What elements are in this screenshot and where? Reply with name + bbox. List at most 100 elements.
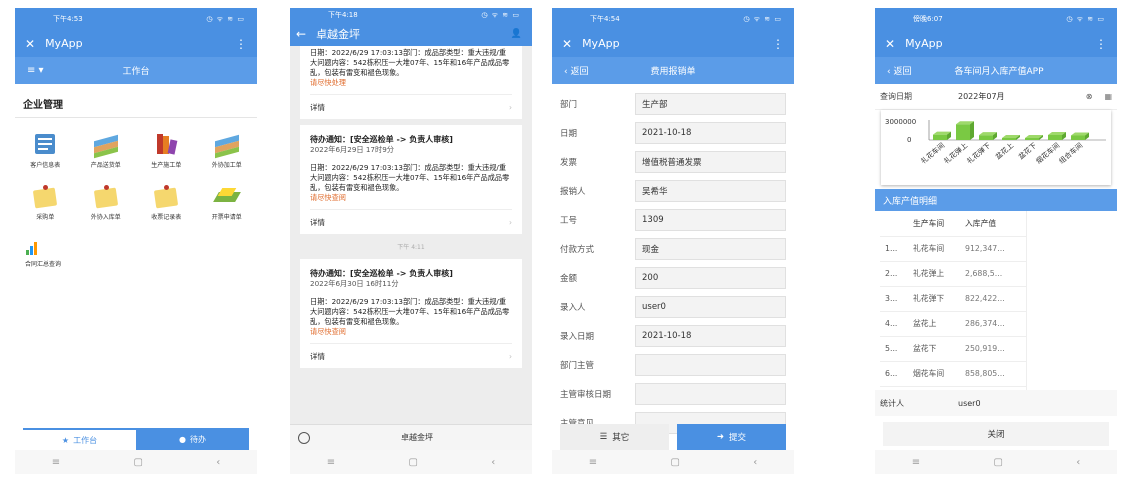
- field-input[interactable]: 200: [635, 267, 786, 289]
- tab-todo[interactable]: ● 待办: [136, 428, 249, 450]
- grid-item-invoice-record[interactable]: 收票记录表: [136, 176, 197, 228]
- grid-item-outsource-in[interactable]: 外协入库单: [76, 176, 137, 228]
- app-title: MyApp: [905, 37, 943, 50]
- grid-label: 外协入库单: [90, 213, 121, 221]
- field-label: 部门主管: [560, 361, 595, 371]
- field-label: 工号: [560, 216, 578, 226]
- field-label: 部门: [560, 100, 578, 110]
- back-button[interactable]: ‹ 返回: [887, 64, 911, 77]
- more-icon[interactable]: ⋮: [235, 37, 247, 51]
- table-row[interactable]: 2... 礼花弹上 2,688,5...: [880, 261, 1027, 287]
- app-bar: ✕ MyApp ⋮: [875, 30, 1117, 57]
- x-tick-label: 烟花车间: [1034, 141, 1061, 166]
- grid-item-delivery[interactable]: 产品送货单: [76, 124, 137, 176]
- menu-icon[interactable]: ≡: [52, 457, 60, 468]
- tab-workbench[interactable]: ★ 工作台: [23, 428, 136, 450]
- close-icon[interactable]: ✕: [25, 37, 35, 51]
- app-title: MyApp: [582, 37, 620, 50]
- keyboard-icon[interactable]: [298, 431, 310, 444]
- back-icon[interactable]: ‹: [491, 457, 495, 468]
- table-row[interactable]: 5... 盆花下 250,919...: [880, 336, 1027, 362]
- chevron-right-icon: ›: [509, 103, 512, 112]
- grid-item-production[interactable]: 生产施工单: [136, 124, 197, 176]
- table-cell: 礼花弹下: [908, 286, 960, 312]
- submit-button[interactable]: ➜ 提交: [677, 424, 786, 450]
- home-icon[interactable]: ▢: [670, 457, 679, 468]
- table-cell: 286,374...: [960, 311, 1027, 337]
- table-row[interactable]: 3... 礼花弹下 822,422...: [880, 286, 1027, 312]
- bar: [956, 124, 970, 140]
- grid-label: 客户信息表: [30, 161, 61, 169]
- field-input[interactable]: 2021-10-18: [635, 325, 786, 347]
- clear-icon[interactable]: ⊗: [1086, 92, 1093, 101]
- field-input[interactable]: 生产部: [635, 93, 786, 115]
- grid-item-invoice-apply[interactable]: 开票申请单: [197, 176, 258, 228]
- field-input[interactable]: [635, 383, 786, 405]
- table-cell: 烟花车间: [908, 361, 960, 387]
- other-button[interactable]: ☰ 其它: [560, 424, 669, 450]
- status-time: 下午4:18: [328, 11, 358, 19]
- field-input[interactable]: 1309: [635, 209, 786, 231]
- app-title: MyApp: [45, 37, 83, 50]
- message-text: 日期：2022/6/29 17:03:13部门：成品部类型：重大违规/重大问题内…: [310, 48, 510, 77]
- table-cell: 4...: [880, 311, 908, 337]
- status-icons: ◷ ᯤ ≋ ▭: [743, 14, 782, 23]
- form-row: 报销人 吴希华: [552, 178, 794, 204]
- form-row: 金额 200: [552, 265, 794, 291]
- field-input[interactable]: 2021-10-18: [635, 122, 786, 144]
- field-input[interactable]: 增值税普通发票: [635, 151, 786, 173]
- close-label: 关闭: [987, 430, 1005, 440]
- customer-form-icon: [32, 132, 58, 156]
- phone-workbench: 下午4:53 ◷ ᯤ ≋ ▭ ✕ MyApp ⋮ ≡ ▾ 工作台 企业管理 客户信息表…: [15, 8, 257, 474]
- menu-icon[interactable]: ≡: [589, 457, 597, 468]
- back-arrow-icon[interactable]: ←: [296, 27, 306, 41]
- section-title: 企业管理: [15, 84, 257, 118]
- more-icon[interactable]: ⋮: [772, 37, 784, 51]
- message-card: 待办通知：[安全巡检单 -> 负责人审核] 2022年6月29日 17时9分 日…: [300, 125, 522, 234]
- home-icon[interactable]: ▢: [133, 457, 142, 468]
- grid-item-contract[interactable]: 合同汇总查询: [15, 228, 76, 280]
- close-button[interactable]: 关闭: [883, 422, 1109, 446]
- field-input[interactable]: [635, 354, 786, 376]
- form-buttons: ☰ 其它 ➜ 提交: [552, 424, 794, 450]
- grid-item-purchase[interactable]: 采购单: [15, 176, 76, 228]
- message-card: 日期：2022/6/29 17:03:13部门：成品部类型：重大违规/重大问题内…: [300, 46, 522, 119]
- field-input[interactable]: 吴希华: [635, 180, 786, 202]
- bar: [1025, 138, 1039, 140]
- table-row[interactable]: 1... 礼花车间 912,347...: [880, 236, 1027, 262]
- back-icon[interactable]: ‹: [216, 457, 220, 468]
- grid-item-customer[interactable]: 客户信息表: [15, 124, 76, 176]
- menu-icon[interactable]: ≡: [912, 457, 920, 468]
- menu-dropdown-icon[interactable]: ≡ ▾: [27, 65, 44, 76]
- book-stack-icon: [153, 132, 179, 156]
- status-bar: 下午4:53 ◷ ᯤ ≋ ▭: [15, 8, 257, 30]
- app-title: 卓越金坪: [316, 28, 361, 41]
- close-icon[interactable]: ✕: [885, 37, 895, 51]
- user-icon[interactable]: 👤: [511, 29, 522, 39]
- close-icon[interactable]: ✕: [562, 37, 572, 51]
- table-row[interactable]: 4... 盆花上 286,374...: [880, 311, 1027, 337]
- back-icon[interactable]: ‹: [753, 457, 757, 468]
- menu-icon[interactable]: ≡: [327, 457, 335, 468]
- back-button[interactable]: ‹ 返回: [564, 64, 588, 77]
- query-date-input[interactable]: 2022年07月: [958, 91, 1086, 102]
- back-icon[interactable]: ‹: [1076, 457, 1080, 468]
- other-label: 其它: [612, 433, 630, 443]
- header-value: 入库产值: [960, 211, 1027, 237]
- home-icon[interactable]: ▢: [408, 457, 417, 468]
- app-bar: ← 卓越金坪 👤: [290, 22, 532, 46]
- field-input[interactable]: 现金: [635, 238, 786, 260]
- calendar-icon[interactable]: ▦: [1104, 92, 1112, 101]
- grid-label: 产品送货单: [90, 161, 121, 169]
- detail-link[interactable]: 详情 ›: [310, 343, 512, 362]
- detail-link[interactable]: 详情 ›: [310, 94, 512, 113]
- grid-item-outsource[interactable]: 外协加工单: [197, 124, 258, 176]
- more-icon[interactable]: ⋮: [1095, 37, 1107, 51]
- table-row[interactable]: 6... 烟花车间 858,805...: [880, 361, 1027, 387]
- detail-link[interactable]: 详情 ›: [310, 209, 512, 228]
- home-icon[interactable]: ▢: [993, 457, 1002, 468]
- back-label: 返回: [893, 67, 912, 77]
- field-input[interactable]: user0: [635, 296, 786, 318]
- note-icon: [32, 184, 58, 208]
- message-date: 2022年6月30日 16时11分: [310, 279, 399, 288]
